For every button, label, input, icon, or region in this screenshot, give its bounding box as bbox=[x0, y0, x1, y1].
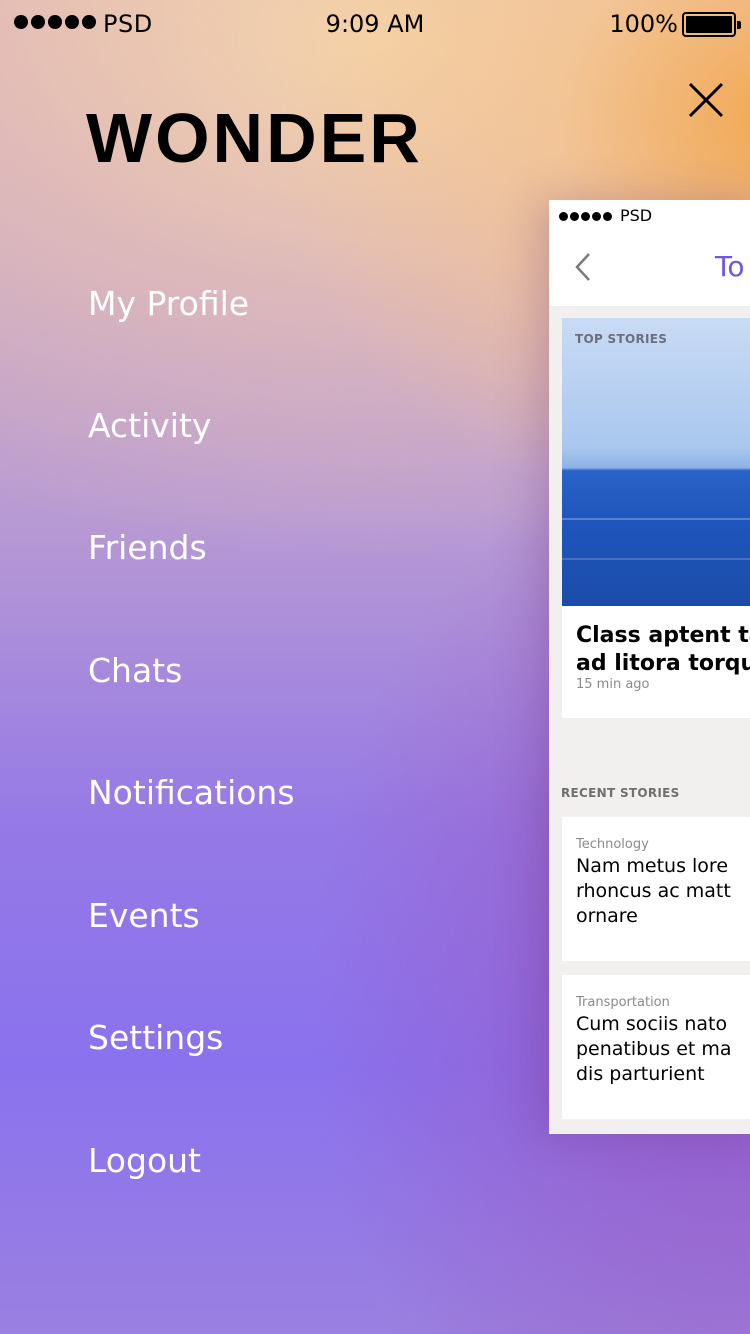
menu-item-events[interactable]: Events bbox=[88, 896, 200, 935]
story-title-line: dis parturient bbox=[576, 1063, 705, 1085]
story-title-line: ornare bbox=[576, 905, 638, 927]
menu-item-notifications[interactable]: Notifications bbox=[88, 773, 295, 812]
chevron-left-icon bbox=[575, 253, 590, 281]
preview-nav-bar: To bbox=[549, 234, 750, 306]
menu-item-activity[interactable]: Activity bbox=[88, 406, 211, 445]
story-title-line: rhoncus ac matt bbox=[576, 880, 731, 902]
story-title-line: Cum sociis nato bbox=[576, 1013, 728, 1035]
menu-item-friends[interactable]: Friends bbox=[88, 528, 207, 567]
back-button[interactable] bbox=[571, 250, 595, 284]
status-bar: PSD 9:09 AM 100% bbox=[0, 0, 750, 50]
battery-icon bbox=[682, 12, 741, 37]
battery-percentage: 100% bbox=[609, 10, 678, 38]
story-card-technology[interactable]: Technology Nam metus lore rhoncus ac mat… bbox=[562, 817, 750, 961]
menu-item-chats[interactable]: Chats bbox=[88, 651, 182, 690]
menu-item-logout[interactable]: Logout bbox=[88, 1141, 201, 1180]
story-title-line: penatibus et ma bbox=[576, 1038, 732, 1060]
main-screen-preview[interactable]: PSD To TOP STORIES Class aptent ta ad li… bbox=[549, 200, 750, 1134]
signal-strength-icon bbox=[559, 212, 612, 221]
close-icon bbox=[688, 82, 724, 118]
featured-story-time: 15 min ago bbox=[576, 677, 650, 692]
story-card-transportation[interactable]: Transportation Cum sociis nato penatibus… bbox=[562, 975, 750, 1119]
headline-line: ad litora torqu bbox=[576, 651, 750, 676]
menu-item-settings[interactable]: Settings bbox=[88, 1018, 223, 1057]
featured-story-card[interactable]: TOP STORIES Class aptent ta ad litora to… bbox=[562, 318, 750, 718]
headline-line: Class aptent ta bbox=[576, 623, 750, 648]
featured-section-label: TOP STORIES bbox=[575, 332, 668, 346]
preview-carrier: PSD bbox=[620, 206, 653, 225]
close-button[interactable] bbox=[686, 80, 726, 120]
recent-stories-title: RECENT STORIES bbox=[561, 786, 680, 800]
preview-status-bar: PSD bbox=[549, 200, 750, 234]
preview-nav-title: To bbox=[715, 250, 745, 283]
featured-story-headline: Class aptent ta ad litora torqu bbox=[576, 622, 750, 678]
story-category: Transportation bbox=[576, 995, 670, 1010]
story-category: Technology bbox=[576, 837, 649, 852]
menu-item-my-profile[interactable]: My Profile bbox=[88, 284, 249, 323]
app-logo: WONDER bbox=[86, 99, 423, 177]
story-title-line: Nam metus lore bbox=[576, 855, 729, 877]
featured-story-image: TOP STORIES bbox=[562, 318, 750, 606]
